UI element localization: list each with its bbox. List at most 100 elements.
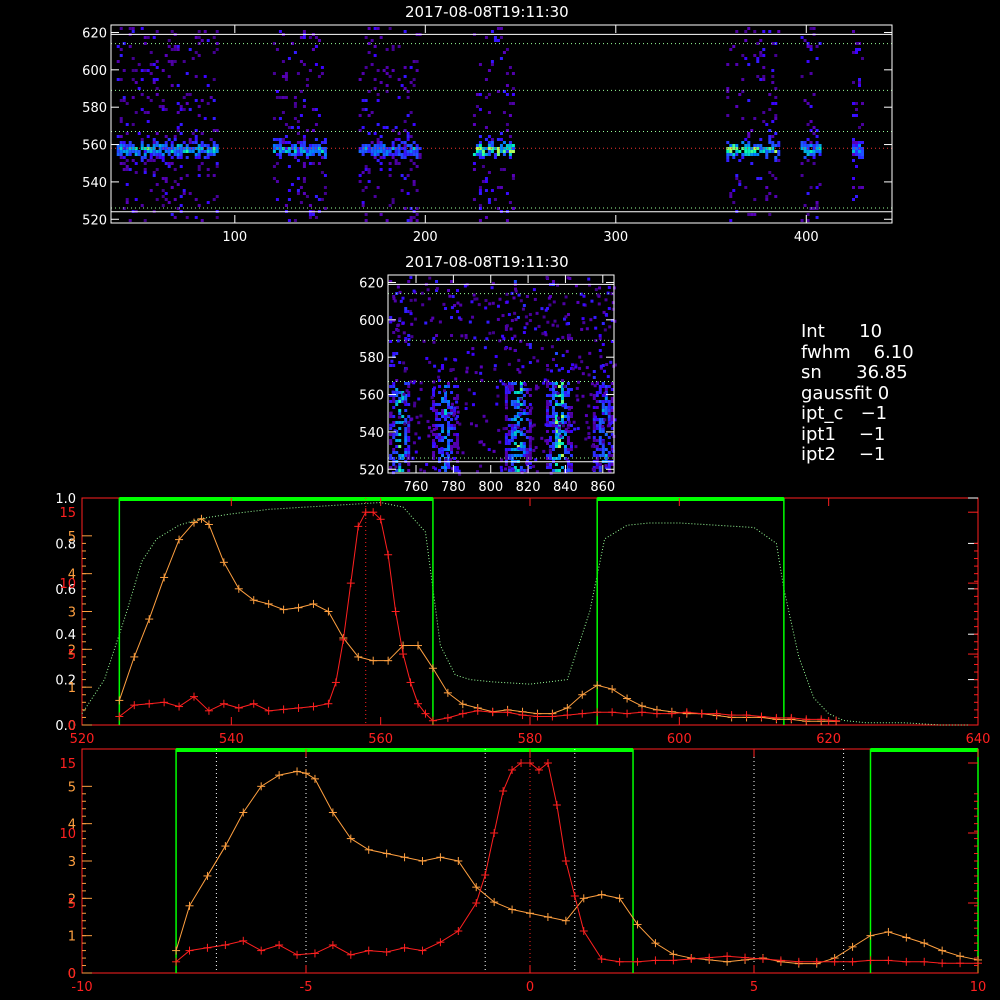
x-tick-label: 400 [794,230,819,245]
map-pixel [604,448,608,451]
map-pixel [484,96,488,99]
map-pixel [532,448,536,452]
map-pixel [525,322,529,326]
map-pixel [504,400,508,403]
map-pixel [323,186,327,189]
map-pixel [403,120,407,123]
map-pixel [545,409,549,412]
map-pixel [379,81,383,84]
map-pixel [323,156,327,159]
map-pixel [545,364,549,367]
map-pixel [582,321,586,325]
map-pixel [607,412,611,415]
map-pixel [419,468,423,472]
map-pixel [532,288,536,292]
map-pixel [197,174,201,177]
map-pixel [152,63,156,66]
map-pixel [487,69,491,72]
map-pixel [406,114,410,117]
map-pixel [394,138,398,141]
map-pixel [532,464,536,468]
map-pixel [533,297,537,301]
map-pixel [523,326,527,330]
map-pixel [595,391,599,394]
map-pixel [857,144,861,147]
map-pixel [487,147,491,150]
map-pixel [478,204,482,207]
map-pixel [450,424,454,427]
map-pixel [125,183,129,186]
map-pixel [122,69,126,72]
map-pixel [854,150,858,153]
map-pixel [152,171,156,174]
map-pixel [519,391,523,394]
map-pixel [409,144,413,147]
map-pixel [400,141,404,144]
map-pixel [284,135,288,138]
map-pixel [278,96,282,99]
map-pixel [471,315,475,319]
y-tick-label: 10 [59,577,76,592]
map-pixel [119,48,123,51]
map-pixel [299,201,303,204]
map-pixel [771,150,775,153]
map-pixel [143,42,147,45]
map-pixel [305,153,309,156]
map-pixel [119,78,123,81]
map-pixel [456,310,460,313]
map-pixel [394,465,398,469]
map-pixel [806,159,810,162]
map-pixel [444,409,448,412]
map-pixel [358,150,362,153]
map-pixel [392,352,396,355]
map-pixel [122,99,126,102]
map-pixel [854,165,858,168]
map-pixel [513,454,517,457]
map-pixel [209,150,213,153]
map-pixel [403,87,407,90]
map-pixel [398,445,402,448]
map-pixel [582,303,586,307]
map-pixel [545,430,549,433]
map-pixel [551,406,555,409]
map-pixel [601,343,605,346]
map-pixel [809,45,813,48]
map-pixel [308,150,312,153]
map-pixel [389,415,393,418]
map-pixel [404,382,408,385]
map-pixel [275,198,279,201]
map-pixel [550,345,554,349]
map-pixel [367,147,371,150]
map-pixel [507,430,511,433]
map-pixel [389,400,393,403]
map-pixel [391,48,395,51]
info-label: sn [801,362,822,383]
map-pixel [528,466,532,469]
map-pixel [432,451,436,454]
map-pixel [551,280,555,283]
map-pixel [438,412,442,415]
map-pixel [179,123,183,126]
map-pixel [598,286,602,290]
map-pixel [566,382,570,385]
map-pixel [504,436,508,439]
map-pixel [854,102,858,105]
map-pixel [361,99,365,102]
map-pixel [401,296,405,300]
map-pixel [762,78,766,81]
map-pixel [379,150,383,153]
map-pixel [149,63,153,66]
map-pixel [566,394,570,397]
map-pixel [450,439,454,442]
map-pixel [809,141,813,144]
map-pixel [305,78,309,81]
y-tick-label: 580 [359,351,384,366]
map-pixel [401,321,405,325]
map-pixel [759,54,763,57]
map-pixel [397,153,401,156]
map-pixel [560,388,564,391]
map-pixel [170,150,174,153]
map-pixel [407,394,411,397]
map-pixel [281,60,285,63]
map-pixel [508,114,512,117]
